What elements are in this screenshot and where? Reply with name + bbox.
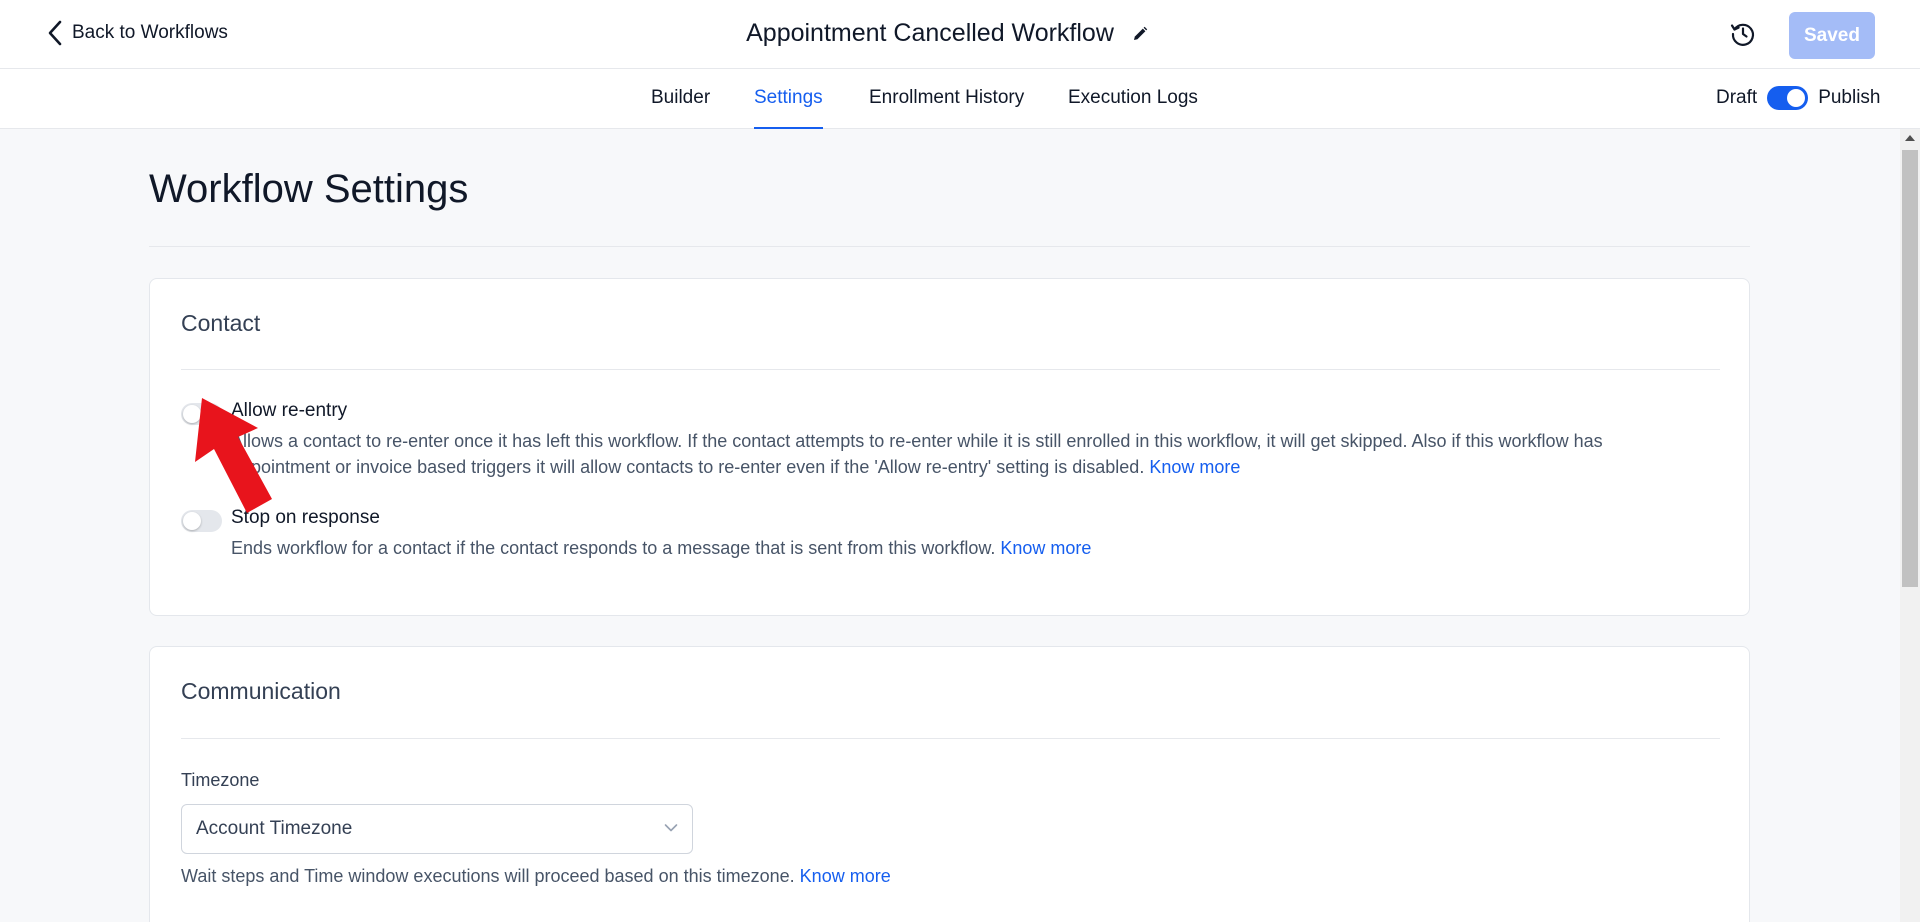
tab-settings[interactable]: Settings [754,87,823,129]
chevron-down-icon [664,824,678,832]
workflow-title-area: Appointment Cancelled Workflow [0,19,1894,48]
scroll-up-arrow-icon[interactable] [1905,135,1915,141]
tab-enrollment-history[interactable]: Enrollment History [869,87,1024,129]
divider [181,369,1720,370]
timezone-value: Account Timezone [196,818,353,839]
scrollbar-thumb[interactable] [1902,150,1918,587]
timezone-help: Wait steps and Time window executions wi… [181,866,891,887]
allow-reentry-description: Allows a contact to re-enter once it has… [231,428,1701,480]
pencil-icon[interactable] [1132,26,1148,42]
help-text: Wait steps and Time window executions wi… [181,866,795,886]
know-more-link[interactable]: Know more [1000,538,1091,558]
contact-card: Contact Allow re-entry Allows a contact … [149,278,1750,616]
publish-label: Publish [1818,87,1881,108]
communication-card-title: Communication [181,678,341,704]
divider [149,246,1750,247]
setting-stop-on-response: Stop on response Ends workflow for a con… [181,507,1701,567]
timezone-select[interactable]: Account Timezone [181,804,693,854]
divider [181,738,1720,739]
know-more-link[interactable]: Know more [1149,457,1240,477]
draft-label: Draft [1716,87,1758,108]
setting-allow-reentry: Allow re-entry Allows a contact to re-en… [181,400,1701,480]
publish-toggle-group: Draft Publish [1716,86,1881,110]
timezone-label: Timezone [181,770,260,790]
history-icon[interactable] [1729,20,1757,48]
page-title: Workflow Settings [149,167,469,211]
stop-on-response-description: Ends workflow for a contact if the conta… [231,535,1701,561]
pointer-arrow-icon [195,398,272,513]
know-more-link[interactable]: Know more [800,866,891,886]
saved-button[interactable]: Saved [1789,12,1875,59]
description-text: Ends workflow for a contact if the conta… [231,538,996,558]
communication-card: Communication Timezone Account Timezone … [149,646,1750,922]
contact-card-title: Contact [181,310,261,336]
scrollbar[interactable] [1900,129,1920,922]
tab-execution-logs[interactable]: Execution Logs [1068,87,1198,129]
tab-builder[interactable]: Builder [651,87,710,129]
top-header: Back to Workflows Appointment Cancelled … [0,0,1920,69]
workflow-title: Appointment Cancelled Workflow [746,19,1114,47]
description-text: Allows a contact to re-enter once it has… [231,431,1603,477]
tab-bar: Builder Settings Enrollment History Exec… [0,69,1920,129]
publish-switch[interactable] [1767,86,1809,110]
